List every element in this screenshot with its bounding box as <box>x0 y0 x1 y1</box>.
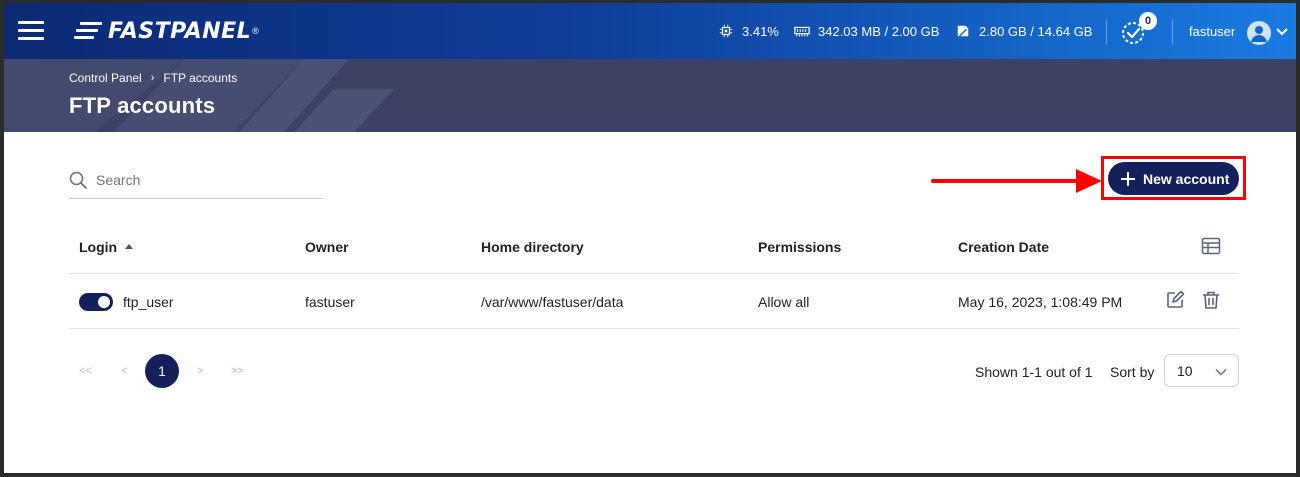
column-header-login-label: Login <box>79 239 118 255</box>
disk-value: 2.80 GB / 14.64 GB <box>979 23 1093 39</box>
annotation-arrow-head <box>1076 169 1102 193</box>
topbar-divider <box>1172 19 1173 45</box>
next-page-button[interactable]: > <box>197 365 203 377</box>
cell-created: May 16, 2023, 1:08:49 PM <box>958 294 1123 310</box>
column-header-login[interactable]: Login <box>79 239 134 255</box>
page-title: FTP accounts <box>69 93 216 118</box>
cell-home: /var/www/fastuser/data <box>481 294 624 310</box>
sort-ascending-icon <box>125 243 134 249</box>
sort-by-label: Sort by <box>1110 364 1155 380</box>
app-window: FASTPANEL ® 3.41% 342.03 MB / 2.00 GB 2.8… <box>0 0 1300 477</box>
column-header-home[interactable]: Home directory <box>481 239 584 255</box>
tasks-count-badge: 0 <box>1139 12 1157 30</box>
new-account-label: New account <box>1143 170 1230 187</box>
last-page-button[interactable]: >> <box>231 365 244 377</box>
disk-stat: 2.80 GB / 14.64 GB <box>955 23 1092 39</box>
table-divider <box>69 273 1239 274</box>
plus-icon <box>1121 171 1135 186</box>
cell-permissions: Allow all <box>758 294 810 310</box>
column-header-created[interactable]: Creation Date <box>958 239 1049 255</box>
annotation-arrow-line <box>931 179 1081 183</box>
cell-owner: fastuser <box>305 294 355 310</box>
chevron-down-icon[interactable] <box>1275 25 1289 39</box>
ram-value: 342.03 MB / 2.00 GB <box>818 23 940 39</box>
prev-page-button[interactable]: < <box>121 365 127 377</box>
breadcrumb: Control Panel › FTP accounts <box>69 71 237 85</box>
disk-icon <box>957 25 969 37</box>
logo-mark-icon <box>74 20 104 42</box>
brand-logo[interactable]: FASTPANEL ® <box>74 16 259 46</box>
current-page-button[interactable]: 1 <box>145 354 179 388</box>
cpu-stat: 3.41% <box>718 23 779 39</box>
account-enabled-toggle[interactable] <box>79 293 113 311</box>
cpu-icon <box>719 24 733 38</box>
menu-icon[interactable] <box>18 21 44 41</box>
memory-icon <box>794 26 810 37</box>
search-input[interactable] <box>96 170 316 190</box>
first-page-button[interactable]: << <box>79 365 92 377</box>
table-columns-icon[interactable] <box>1201 237 1221 255</box>
breadcrumb-current: FTP accounts <box>163 71 238 85</box>
brand-registered-mark: ® <box>252 26 259 36</box>
username-label[interactable]: fastuser <box>1189 24 1235 39</box>
breadcrumb-root-link[interactable]: Control Panel <box>69 71 142 85</box>
top-bar: FASTPANEL ® 3.41% 342.03 MB / 2.00 GB 2.8… <box>4 3 1296 59</box>
results-count: Shown 1-1 out of 1 <box>975 364 1093 380</box>
brand-name: FASTPANEL <box>108 18 252 44</box>
search-icon <box>69 171 87 189</box>
edit-icon[interactable] <box>1165 290 1185 310</box>
column-header-owner[interactable]: Owner <box>305 239 349 255</box>
ram-stat: 342.03 MB / 2.00 GB <box>794 23 939 39</box>
page-size-select[interactable]: 10 <box>1164 354 1239 387</box>
chevron-down-icon <box>1215 368 1227 376</box>
table-divider <box>69 328 1239 329</box>
delete-icon[interactable] <box>1201 290 1221 310</box>
search-box <box>69 166 322 199</box>
column-header-permissions[interactable]: Permissions <box>758 239 841 255</box>
page-size-value: 10 <box>1177 363 1193 379</box>
cpu-value: 3.41% <box>742 23 779 39</box>
breadcrumb-separator-icon: › <box>150 72 155 84</box>
topbar-divider <box>1106 19 1107 45</box>
new-account-button[interactable]: New account <box>1108 162 1239 195</box>
user-avatar-icon[interactable] <box>1247 21 1271 45</box>
cell-login: ftp_user <box>123 294 174 310</box>
